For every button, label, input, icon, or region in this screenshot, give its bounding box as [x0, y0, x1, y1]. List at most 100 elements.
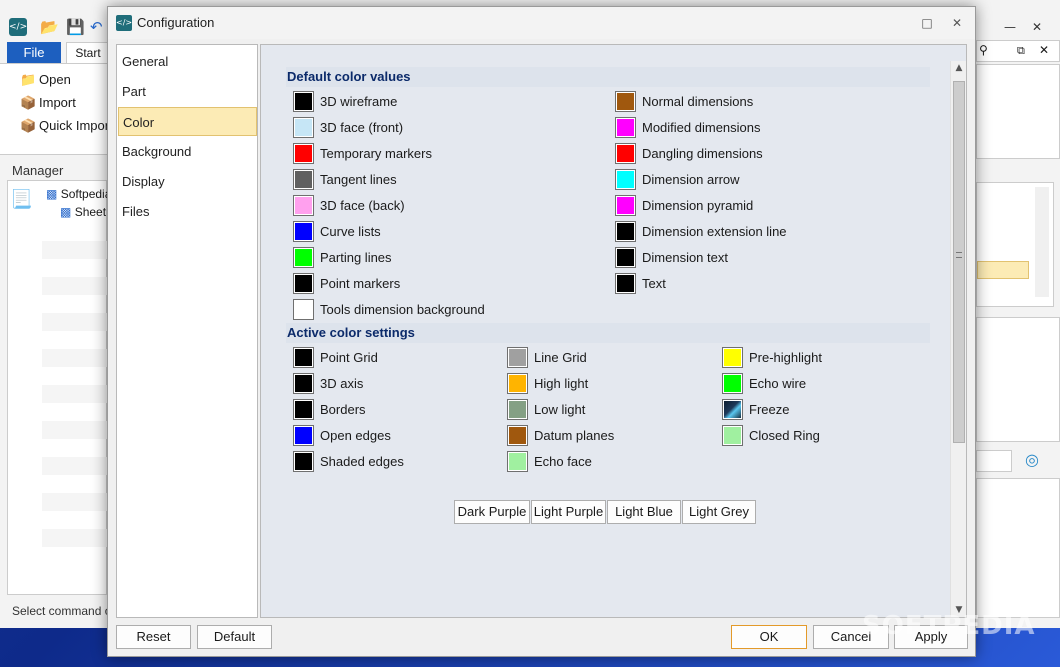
- app-logo-icon: </>: [116, 15, 132, 31]
- minimize-icon[interactable]: —: [1004, 20, 1016, 34]
- color-label: Tangent lines: [320, 172, 397, 187]
- nav-item-color[interactable]: Color: [118, 107, 257, 136]
- theme-light-grey-button[interactable]: Light Grey: [682, 500, 756, 524]
- watermark: SOFTPEDIA: [862, 611, 1036, 641]
- nav-item-display[interactable]: Display: [118, 167, 257, 196]
- color-label: 3D wireframe: [320, 94, 398, 109]
- color-label: Open edges: [320, 428, 391, 443]
- color-label: Datum planes: [534, 428, 615, 443]
- target-icon[interactable]: ◎: [1020, 450, 1044, 472]
- nav-item-general[interactable]: General: [118, 47, 257, 76]
- color-swatch-curve-lists[interactable]: [293, 221, 314, 242]
- color-swatch-high-light[interactable]: [507, 373, 528, 394]
- color-swatch-dimension-arrow[interactable]: [615, 169, 636, 190]
- color-label: Shaded edges: [320, 454, 404, 469]
- color-swatch-freeze[interactable]: [722, 399, 743, 420]
- help-icon[interactable]: □: [914, 13, 940, 33]
- ribbon-import-button[interactable]: 📦 Import: [20, 93, 76, 113]
- color-swatch-text[interactable]: [615, 273, 636, 294]
- input-field[interactable]: [976, 450, 1012, 472]
- settings-nav-list: General Part Color Background Display Fi…: [116, 44, 258, 618]
- tab-start[interactable]: Start: [66, 42, 110, 63]
- scrollbar[interactable]: [1035, 187, 1049, 297]
- color-swatch-low-light[interactable]: [507, 399, 528, 420]
- nav-item-background[interactable]: Background: [118, 137, 257, 166]
- right-panel: — ✕ ⚲ ⧉ ✕ ◎: [976, 12, 1060, 628]
- color-swatch-tools-dimension-background[interactable]: [293, 299, 314, 320]
- color-label: Dimension arrow: [642, 172, 740, 187]
- color-label: 3D axis: [320, 376, 364, 391]
- color-swatch-point-grid[interactable]: [293, 347, 314, 368]
- color-swatch-parting-lines[interactable]: [293, 247, 314, 268]
- undo-icon[interactable]: ↶: [90, 18, 108, 36]
- color-swatch-datum-planes[interactable]: [507, 425, 528, 446]
- color-swatch-borders[interactable]: [293, 399, 314, 420]
- color-label: Point Grid: [320, 350, 378, 365]
- dialog-title: Configuration: [137, 15, 215, 30]
- vertical-scrollbar[interactable]: ▲ ▼: [950, 61, 966, 617]
- color-swatch-dimension-extension-line[interactable]: [615, 221, 636, 242]
- color-swatch-echo-wire[interactable]: [722, 373, 743, 394]
- color-swatch-normal-dimensions[interactable]: [615, 91, 636, 112]
- nav-item-part[interactable]: Part: [118, 77, 257, 106]
- color-swatch-dangling-dimensions[interactable]: [615, 143, 636, 164]
- import-icon: 📦: [20, 95, 37, 110]
- color-label: Modified dimensions: [642, 120, 761, 135]
- theme-dark-purple-button[interactable]: Dark Purple: [454, 500, 530, 524]
- color-label: Pre-highlight: [749, 350, 822, 365]
- tab-file[interactable]: File: [7, 42, 61, 63]
- tree-item[interactable]: ▩ Softpedia: [46, 187, 111, 201]
- close-icon[interactable]: ✕: [1032, 20, 1042, 34]
- color-swatch-shaded-edges[interactable]: [293, 451, 314, 472]
- color-label: Parting lines: [320, 250, 392, 265]
- nav-item-files[interactable]: Files: [118, 197, 257, 226]
- color-label: Echo face: [534, 454, 592, 469]
- default-button[interactable]: Default: [197, 625, 272, 649]
- color-label: Closed Ring: [749, 428, 820, 443]
- color-swatch-3d-face-back[interactable]: [293, 195, 314, 216]
- reset-button[interactable]: Reset: [116, 625, 191, 649]
- color-swatch-echo-face[interactable]: [507, 451, 528, 472]
- manager-title: Manager: [12, 163, 64, 178]
- color-swatch-closed-ring[interactable]: [722, 425, 743, 446]
- open-folder-icon[interactable]: 📂: [40, 18, 59, 36]
- manager-panel: 📃 ▩ Softpedia ▩ Sheet: [7, 180, 111, 595]
- color-label: 3D face (front): [320, 120, 404, 135]
- quick-import-icon: 📦: [20, 118, 37, 133]
- color-swatch-pre-highlight[interactable]: [722, 347, 743, 368]
- color-label: Text: [642, 276, 666, 291]
- ribbon-open-button[interactable]: 📁 Open: [20, 70, 71, 90]
- color-swatch-3d-face-front[interactable]: [293, 117, 314, 138]
- save-icon[interactable]: 💾: [66, 18, 85, 36]
- tree-item[interactable]: ▩ Sheet: [60, 205, 106, 219]
- status-bar-text: Select command or: [12, 604, 116, 618]
- close-icon[interactable]: ✕: [1039, 43, 1049, 57]
- color-swatch-modified-dimensions[interactable]: [615, 117, 636, 138]
- color-swatch-tangent-lines[interactable]: [293, 169, 314, 190]
- color-settings-panel: Default color values 3D wireframe 3D face…: [260, 44, 967, 618]
- quick-access-toolbar: </> 📂 💾 ↶: [0, 12, 110, 40]
- color-swatch-line-grid[interactable]: [507, 347, 528, 368]
- color-swatch-3d-axis[interactable]: [293, 373, 314, 394]
- color-swatch-temporary-markers[interactable]: [293, 143, 314, 164]
- close-icon[interactable]: ✕: [944, 13, 970, 33]
- section-header-active-colors: Active color settings: [286, 323, 930, 343]
- color-swatch-open-edges[interactable]: [293, 425, 314, 446]
- theme-light-purple-button[interactable]: Light Purple: [531, 500, 606, 524]
- restore-icon[interactable]: ⧉: [1017, 44, 1025, 58]
- color-swatch-point-markers[interactable]: [293, 273, 314, 294]
- ok-button[interactable]: OK: [731, 625, 807, 649]
- color-label: Dimension pyramid: [642, 198, 754, 213]
- dialog-titlebar: </> Configuration □ ✕: [108, 7, 975, 39]
- color-label: Tools dimension background: [320, 302, 485, 317]
- sheet-icon: ▩: [60, 205, 72, 219]
- list-item[interactable]: [977, 261, 1029, 279]
- color-swatch-dimension-text[interactable]: [615, 247, 636, 268]
- color-swatch-3d-wireframe[interactable]: [293, 91, 314, 112]
- color-swatch-dimension-pyramid[interactable]: [615, 195, 636, 216]
- ribbon-quick-import-button[interactable]: 📦 Quick Import: [20, 116, 113, 136]
- search-box[interactable]: ⚲ ⧉ ✕: [976, 40, 1060, 62]
- scrollbar-thumb[interactable]: [953, 81, 965, 443]
- scroll-up-icon[interactable]: ▲: [951, 61, 967, 75]
- theme-light-blue-button[interactable]: Light Blue: [607, 500, 681, 524]
